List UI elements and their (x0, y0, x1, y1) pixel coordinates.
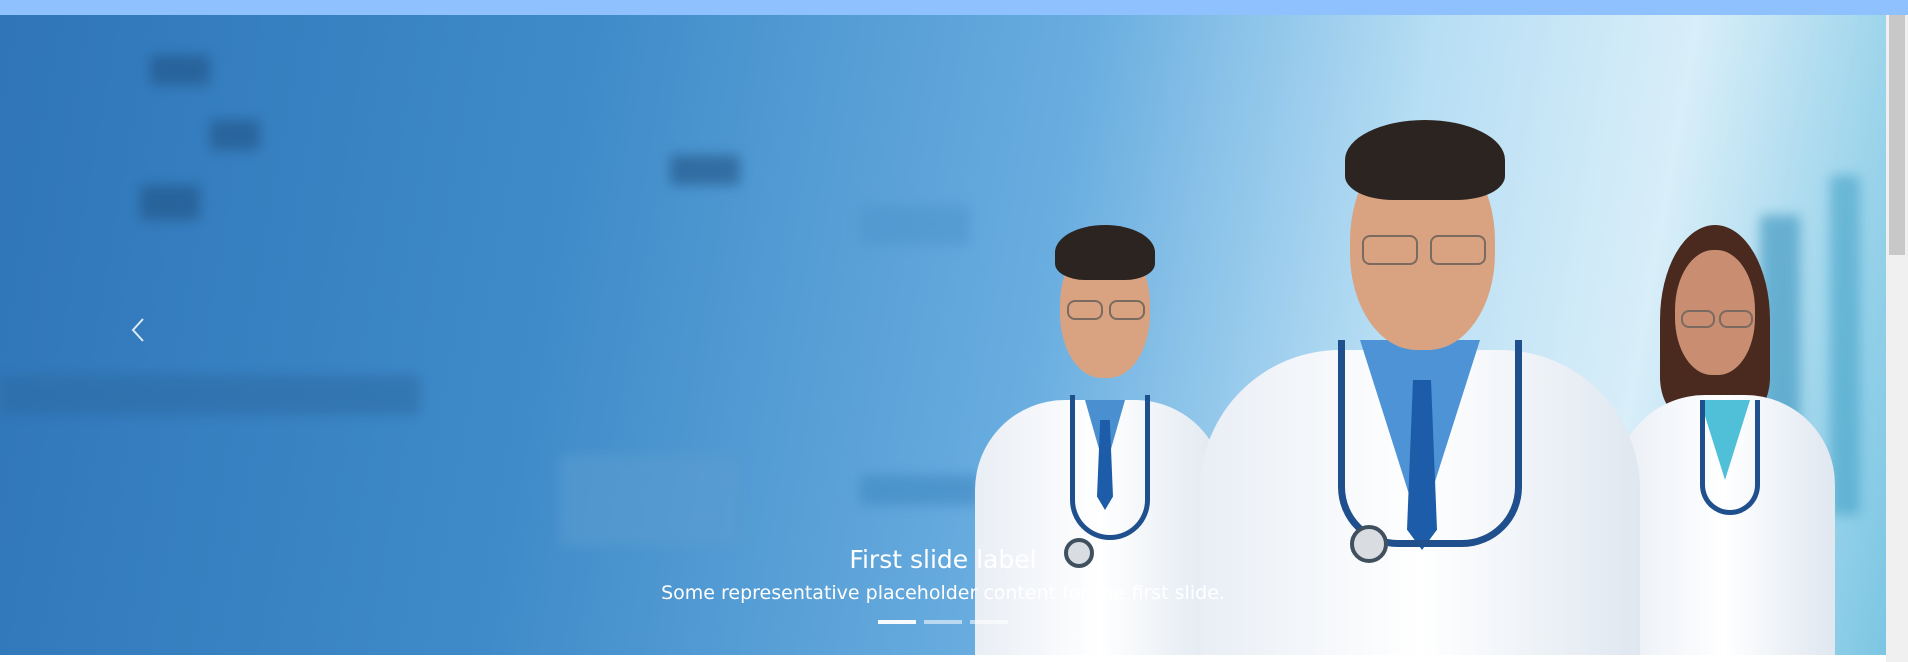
carousel-indicator-3[interactable] (970, 620, 1008, 624)
hair (1055, 225, 1155, 280)
chevron-left-icon (131, 318, 144, 342)
glasses (1362, 235, 1418, 265)
page-scrollbar[interactable] (1886, 15, 1908, 662)
top-navbar (0, 0, 1908, 15)
background-shape (560, 455, 740, 545)
page: First slide label Some representative pl… (0, 0, 1908, 662)
glasses (1109, 300, 1145, 320)
hair (1345, 120, 1505, 200)
carousel-indicators (0, 620, 1886, 624)
doctor-center (1190, 120, 1650, 655)
background-shape (670, 155, 740, 185)
background-shape (140, 185, 200, 220)
background-shape (860, 205, 970, 245)
background-shape (860, 475, 980, 505)
carousel-indicator-2[interactable] (924, 620, 962, 624)
background-shape (210, 120, 260, 150)
glasses (1067, 300, 1103, 320)
stethoscope (1070, 395, 1150, 540)
slide-caption-text: Some representative placeholder content … (661, 582, 1225, 604)
stethoscope (1338, 340, 1522, 547)
page-content-start (0, 655, 1886, 662)
carousel-prev-button[interactable] (118, 310, 158, 350)
slide-caption-title: First slide label (849, 545, 1037, 574)
hero-carousel: First slide label Some representative pl… (0, 15, 1886, 655)
glasses (1719, 310, 1753, 328)
glasses (1681, 310, 1715, 328)
carousel-indicator-1[interactable] (878, 620, 916, 624)
background-shape (150, 55, 210, 85)
stethoscope (1700, 400, 1760, 515)
background-shape (0, 375, 420, 415)
scrollbar-thumb[interactable] (1889, 15, 1905, 255)
glasses (1430, 235, 1486, 265)
